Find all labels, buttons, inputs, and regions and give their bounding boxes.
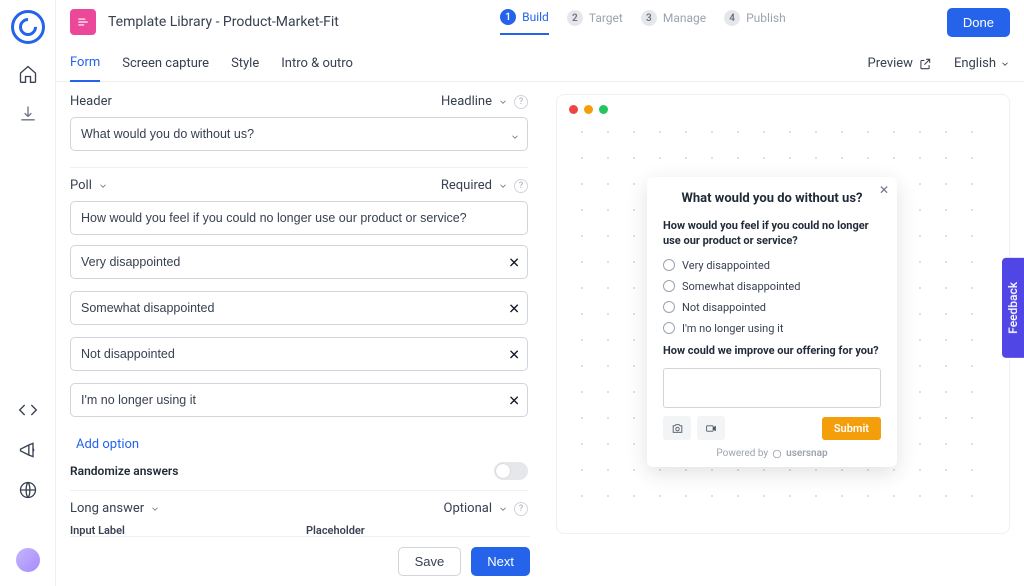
randomize-label: Randomize answers <box>70 464 178 478</box>
section-header-title: Header <box>70 94 112 109</box>
poll-question-input[interactable] <box>70 201 528 235</box>
header-type-label[interactable]: Headline <box>441 94 492 109</box>
radio-icon <box>663 259 675 271</box>
chevron-down-icon[interactable] <box>498 504 508 514</box>
next-button[interactable]: Next <box>471 547 530 576</box>
usersnap-logo-icon <box>772 449 782 459</box>
preview-pane: ✕ What would you do without us? How woul… <box>556 94 1010 534</box>
remove-option-icon[interactable]: ✕ <box>508 347 520 363</box>
help-icon[interactable]: ? <box>514 95 528 109</box>
chevron-down-icon <box>1000 59 1010 69</box>
save-button[interactable]: Save <box>398 547 462 576</box>
form-builder-panel: Header Headline ? <box>70 94 530 586</box>
chevron-down-icon[interactable] <box>498 181 508 191</box>
window-traffic-lights <box>569 105 608 114</box>
chevron-down-icon[interactable] <box>150 504 160 514</box>
radio-option[interactable]: Somewhat disappointed <box>663 280 881 293</box>
step-publish[interactable]: 4Publish <box>724 9 786 35</box>
widget-improve-question: How could we improve our offering for yo… <box>663 343 881 358</box>
header-input[interactable] <box>70 117 528 151</box>
download-icon[interactable] <box>18 104 38 124</box>
poll-option-row: ✕ <box>70 337 528 377</box>
sidebar <box>0 0 56 586</box>
widget-textarea[interactable] <box>663 368 881 408</box>
brand-logo[interactable] <box>11 10 45 44</box>
builder-footer: Save Next <box>70 536 530 586</box>
preview-link[interactable]: Preview <box>868 56 932 81</box>
section-poll: Poll Required ? ✕ <box>70 167 528 490</box>
tab-screen-capture[interactable]: Screen capture <box>122 56 209 81</box>
help-icon[interactable]: ? <box>514 502 528 516</box>
help-icon[interactable]: ? <box>514 179 528 193</box>
survey-widget: ✕ What would you do without us? How woul… <box>647 177 897 467</box>
widget-question: How would you feel if you could no longe… <box>663 218 881 249</box>
close-icon[interactable]: ✕ <box>879 183 889 197</box>
radio-icon <box>663 301 675 313</box>
add-option-link[interactable]: Add option <box>76 437 139 452</box>
feedback-tab[interactable]: Feedback <box>1002 258 1024 358</box>
topbar: Template Library - Product-Market-Fit 1B… <box>56 0 1024 44</box>
wizard-steps: 1Build 2Target 3Manage 4Publish <box>500 9 786 35</box>
language-select[interactable]: English <box>954 56 1010 81</box>
page-title: Template Library - Product-Market-Fit <box>108 14 339 30</box>
powered-by: Powered by usersnap <box>663 448 881 459</box>
radio-option[interactable]: I'm no longer using it <box>663 322 881 335</box>
code-icon[interactable] <box>18 400 38 420</box>
submit-button[interactable]: Submit <box>822 417 881 440</box>
template-badge-icon <box>70 9 96 35</box>
randomize-toggle[interactable] <box>494 462 528 480</box>
remove-option-icon[interactable]: ✕ <box>508 393 520 409</box>
remove-option-icon[interactable]: ✕ <box>508 301 520 317</box>
remove-option-icon[interactable]: ✕ <box>508 255 520 271</box>
tabs-row: Form Screen capture Style Intro & outro … <box>56 44 1024 82</box>
step-build[interactable]: 1Build <box>500 9 549 35</box>
megaphone-icon[interactable] <box>18 440 38 460</box>
chevron-down-icon[interactable] <box>98 181 108 191</box>
radio-option[interactable]: Very disappointed <box>663 259 881 272</box>
poll-option-row: ✕ <box>70 245 528 285</box>
input-label-heading: Input Label <box>70 524 292 536</box>
poll-option-input[interactable] <box>70 383 528 417</box>
chevron-down-icon[interactable] <box>498 97 508 107</box>
tab-style[interactable]: Style <box>231 56 259 81</box>
step-target[interactable]: 2Target <box>567 9 623 35</box>
long-answer-optional-label[interactable]: Optional <box>444 501 492 516</box>
radio-icon <box>663 280 675 292</box>
tab-form[interactable]: Form <box>70 55 100 82</box>
traffic-light-red <box>569 105 578 114</box>
avatar[interactable] <box>16 548 40 572</box>
globe-icon[interactable] <box>18 480 38 500</box>
done-button[interactable]: Done <box>947 8 1010 37</box>
poll-option-input[interactable] <box>70 291 528 325</box>
section-poll-title: Poll <box>70 178 92 193</box>
camera-icon-button[interactable] <box>663 416 691 440</box>
content-area: Header Headline ? <box>56 82 1024 586</box>
section-long-answer: Long answer Optional ? Input Label <box>70 490 528 536</box>
tab-intro-outro[interactable]: Intro & outro <box>281 56 353 81</box>
step-manage[interactable]: 3Manage <box>641 9 706 35</box>
poll-option-input[interactable] <box>70 245 528 279</box>
poll-required-label[interactable]: Required <box>441 178 492 193</box>
placeholder-heading: Placeholder <box>306 524 528 536</box>
video-icon-button[interactable] <box>697 416 725 440</box>
widget-title: What would you do without us? <box>663 191 881 206</box>
traffic-light-yellow <box>584 105 593 114</box>
poll-option-row: ✕ <box>70 383 528 423</box>
home-icon[interactable] <box>18 64 38 84</box>
chevron-down-icon[interactable] <box>510 132 520 142</box>
radio-icon <box>663 322 675 334</box>
radio-option[interactable]: Not disappointed <box>663 301 881 314</box>
external-link-icon <box>918 57 932 71</box>
poll-option-row: ✕ <box>70 291 528 331</box>
poll-option-input[interactable] <box>70 337 528 371</box>
section-header: Header Headline ? <box>70 94 528 167</box>
section-long-answer-title: Long answer <box>70 501 144 516</box>
traffic-light-green <box>599 105 608 114</box>
